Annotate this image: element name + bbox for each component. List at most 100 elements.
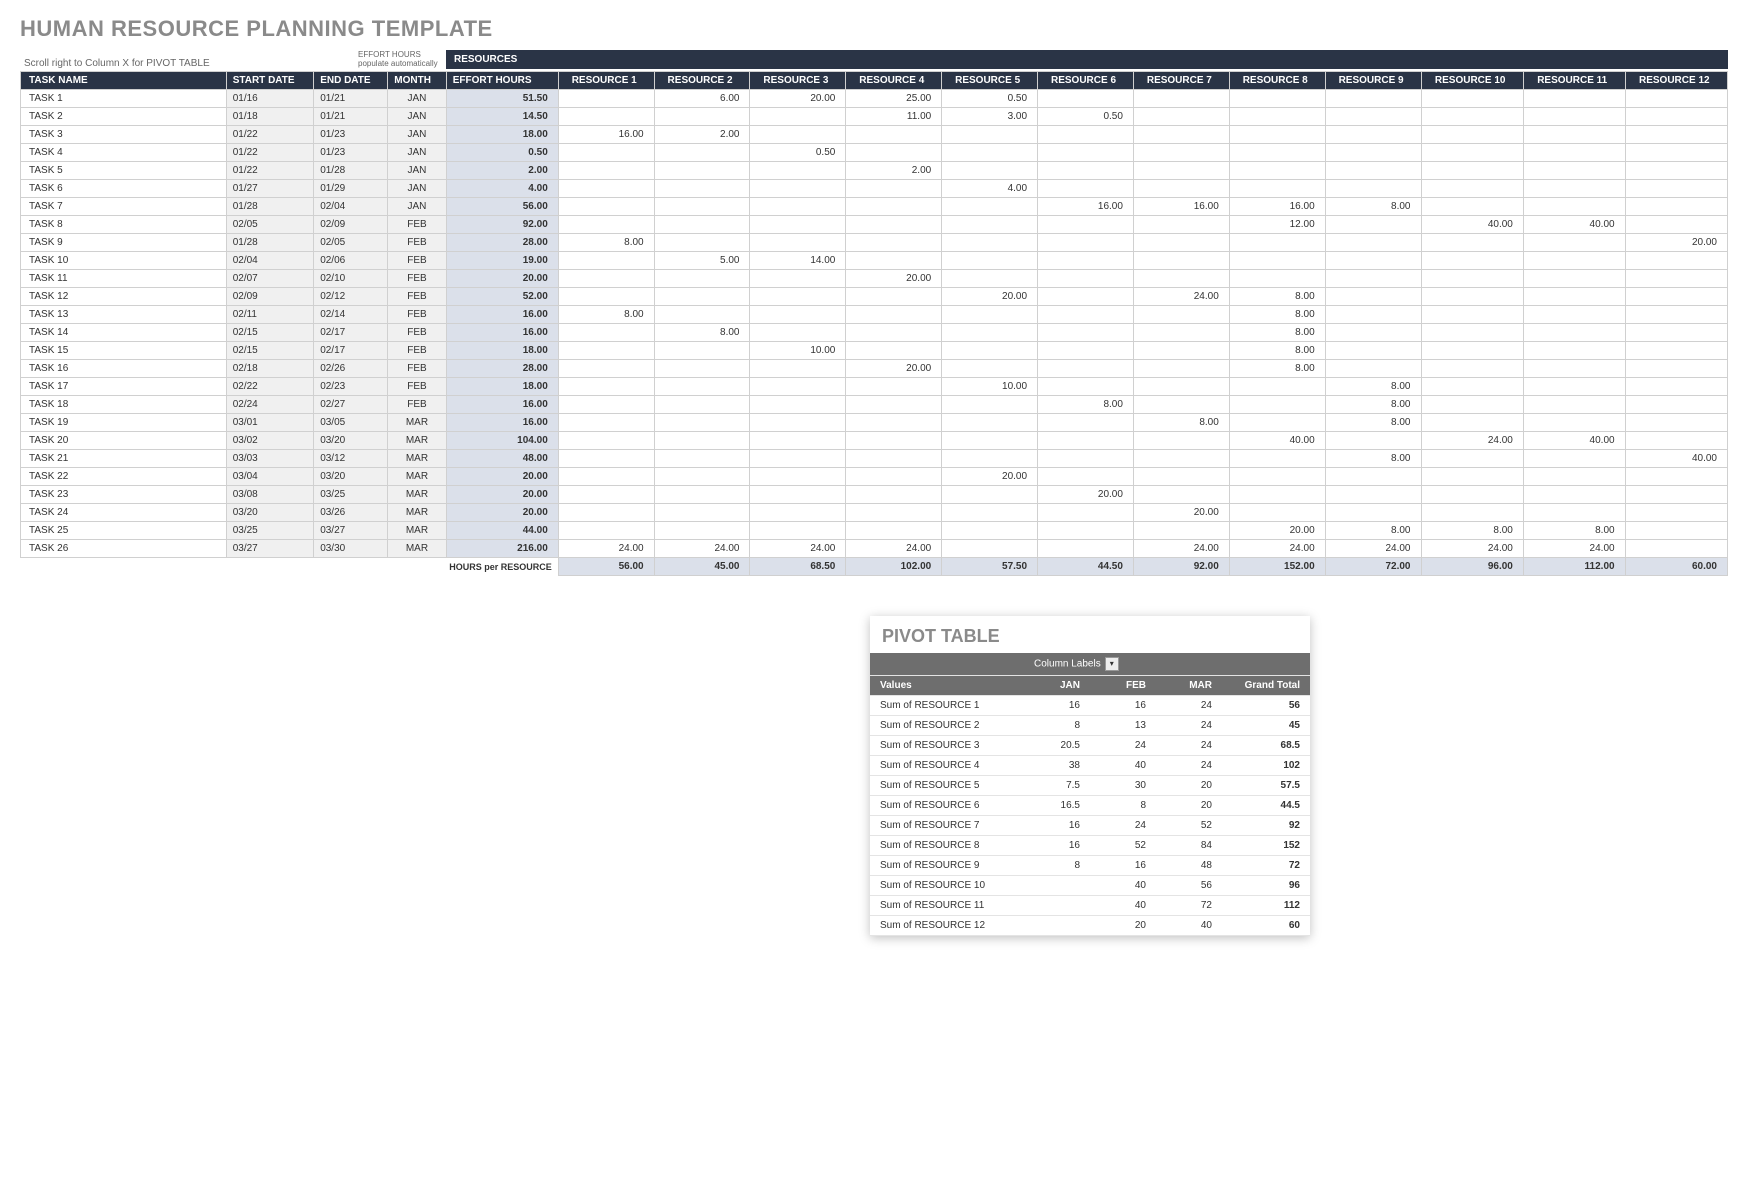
hdr-res10[interactable]: RESOURCE 10 — [1421, 72, 1523, 90]
cell-end[interactable]: 01/21 — [314, 108, 388, 126]
table-row[interactable]: TASK 601/2701/29JAN4.004.00 — [21, 180, 1728, 198]
cell-res[interactable] — [1133, 324, 1229, 342]
cell-res[interactable] — [1421, 324, 1523, 342]
pivot-row[interactable]: Sum of RESOURCE 616.582044.5 — [870, 796, 1310, 816]
cell-res[interactable] — [1325, 432, 1421, 450]
cell-res[interactable] — [1038, 252, 1134, 270]
cell-month[interactable]: FEB — [388, 234, 446, 252]
cell-res[interactable]: 8.00 — [1523, 522, 1625, 540]
cell-res[interactable] — [1325, 504, 1421, 522]
cell-end[interactable]: 03/20 — [314, 468, 388, 486]
cell-res[interactable]: 40.00 — [1229, 432, 1325, 450]
cell-res[interactable] — [750, 108, 846, 126]
cell-res[interactable]: 24.00 — [1133, 540, 1229, 558]
cell-res[interactable] — [654, 198, 750, 216]
cell-res[interactable]: 8.00 — [1229, 306, 1325, 324]
cell-res[interactable] — [1038, 468, 1134, 486]
hdr-task[interactable]: TASK NAME — [21, 72, 227, 90]
cell-res[interactable] — [1523, 324, 1625, 342]
hdr-res2[interactable]: RESOURCE 2 — [654, 72, 750, 90]
cell-res[interactable] — [1325, 108, 1421, 126]
pivot-row[interactable]: Sum of RESOURCE 28132445 — [870, 716, 1310, 736]
cell-res[interactable] — [558, 198, 654, 216]
cell-effort[interactable]: 19.00 — [446, 252, 558, 270]
cell-start[interactable]: 03/02 — [226, 432, 313, 450]
cell-task[interactable]: TASK 1 — [21, 90, 227, 108]
cell-res[interactable] — [750, 234, 846, 252]
cell-start[interactable]: 03/01 — [226, 414, 313, 432]
cell-res[interactable] — [1325, 288, 1421, 306]
cell-res[interactable] — [942, 216, 1038, 234]
cell-start[interactable]: 01/22 — [226, 144, 313, 162]
cell-task[interactable]: TASK 3 — [21, 126, 227, 144]
cell-effort[interactable]: 16.00 — [446, 306, 558, 324]
cell-res[interactable]: 8.00 — [1325, 450, 1421, 468]
table-row[interactable]: TASK 1002/0402/06FEB19.005.0014.00 — [21, 252, 1728, 270]
cell-res[interactable] — [1523, 414, 1625, 432]
cell-res[interactable]: 8.00 — [558, 306, 654, 324]
cell-res[interactable] — [558, 468, 654, 486]
cell-res[interactable] — [1038, 342, 1134, 360]
cell-res[interactable] — [1133, 432, 1229, 450]
cell-res[interactable] — [558, 90, 654, 108]
cell-res[interactable] — [1229, 144, 1325, 162]
cell-end[interactable]: 02/05 — [314, 234, 388, 252]
cell-res[interactable]: 24.00 — [750, 540, 846, 558]
cell-res[interactable] — [654, 414, 750, 432]
pivot-values-hdr[interactable]: Values — [870, 676, 1024, 696]
cell-start[interactable]: 02/22 — [226, 378, 313, 396]
cell-res[interactable] — [558, 360, 654, 378]
cell-res[interactable] — [1133, 468, 1229, 486]
cell-res[interactable] — [846, 342, 942, 360]
cell-effort[interactable]: 18.00 — [446, 378, 558, 396]
table-row[interactable]: TASK 401/2201/23JAN0.500.50 — [21, 144, 1728, 162]
cell-res[interactable]: 12.00 — [1229, 216, 1325, 234]
cell-res[interactable] — [846, 450, 942, 468]
table-row[interactable]: TASK 901/2802/05FEB28.008.0020.00 — [21, 234, 1728, 252]
cell-res[interactable] — [1229, 486, 1325, 504]
cell-end[interactable]: 02/17 — [314, 324, 388, 342]
cell-end[interactable]: 02/09 — [314, 216, 388, 234]
cell-res[interactable] — [1133, 108, 1229, 126]
cell-res[interactable] — [1038, 90, 1134, 108]
cell-res[interactable]: 8.00 — [1325, 198, 1421, 216]
cell-month[interactable]: JAN — [388, 90, 446, 108]
cell-res[interactable] — [1038, 306, 1134, 324]
cell-res[interactable] — [846, 486, 942, 504]
cell-end[interactable]: 02/12 — [314, 288, 388, 306]
table-row[interactable]: TASK 1402/1502/17FEB16.008.008.00 — [21, 324, 1728, 342]
cell-res[interactable] — [1038, 126, 1134, 144]
cell-res[interactable] — [750, 270, 846, 288]
hdr-res6[interactable]: RESOURCE 6 — [1038, 72, 1134, 90]
cell-month[interactable]: FEB — [388, 378, 446, 396]
table-row[interactable]: TASK 1202/0902/12FEB52.0020.0024.008.00 — [21, 288, 1728, 306]
cell-res[interactable] — [1421, 450, 1523, 468]
cell-effort[interactable]: 92.00 — [446, 216, 558, 234]
cell-res[interactable] — [942, 324, 1038, 342]
cell-res[interactable] — [846, 378, 942, 396]
cell-end[interactable]: 01/28 — [314, 162, 388, 180]
table-row[interactable]: TASK 2603/2703/30MAR216.0024.0024.0024.0… — [21, 540, 1728, 558]
cell-task[interactable]: TASK 7 — [21, 198, 227, 216]
cell-res[interactable]: 8.00 — [1133, 414, 1229, 432]
cell-res[interactable] — [1133, 450, 1229, 468]
cell-res[interactable]: 8.00 — [1229, 360, 1325, 378]
cell-res[interactable] — [1625, 198, 1727, 216]
cell-res[interactable] — [1523, 378, 1625, 396]
table-row[interactable]: TASK 2303/0803/25MAR20.0020.00 — [21, 486, 1728, 504]
cell-res[interactable]: 25.00 — [846, 90, 942, 108]
cell-res[interactable] — [846, 216, 942, 234]
cell-start[interactable]: 03/03 — [226, 450, 313, 468]
cell-res[interactable] — [942, 414, 1038, 432]
cell-res[interactable] — [1133, 126, 1229, 144]
table-row[interactable]: TASK 1903/0103/05MAR16.008.008.00 — [21, 414, 1728, 432]
hdr-res3[interactable]: RESOURCE 3 — [750, 72, 846, 90]
cell-res[interactable] — [1325, 162, 1421, 180]
cell-start[interactable]: 02/15 — [226, 342, 313, 360]
hdr-effort[interactable]: EFFORT HOURS — [446, 72, 558, 90]
cell-res[interactable] — [1421, 342, 1523, 360]
cell-start[interactable]: 01/22 — [226, 162, 313, 180]
cell-res[interactable] — [1625, 252, 1727, 270]
pivot-row[interactable]: Sum of RESOURCE 716245292 — [870, 816, 1310, 836]
cell-res[interactable] — [846, 522, 942, 540]
